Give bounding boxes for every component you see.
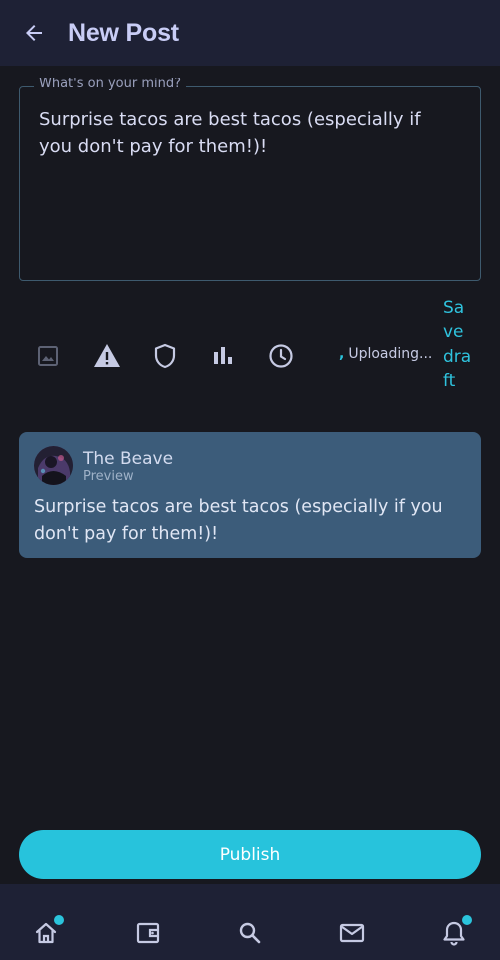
bottom-navigation <box>0 884 500 960</box>
author-name: The Beave <box>83 449 174 469</box>
back-button[interactable] <box>0 0 68 66</box>
nav-search[interactable] <box>225 908 275 958</box>
upload-status: , Uploading... <box>339 346 432 362</box>
post-field-label: What's on your mind? <box>34 78 186 90</box>
home-notification-badge <box>54 915 64 925</box>
preview-label: Preview <box>83 469 134 484</box>
image-icon <box>38 346 58 366</box>
add-image-button[interactable] <box>34 342 62 370</box>
avatar <box>34 446 73 485</box>
nav-home[interactable] <box>21 908 71 958</box>
nav-wallet[interactable] <box>123 908 173 958</box>
warning-icon <box>94 344 120 367</box>
poll-icon <box>214 347 232 364</box>
privacy-button[interactable] <box>151 342 179 370</box>
page-title: New Post <box>68 18 179 47</box>
spinner-icon: , <box>339 346 345 362</box>
arrow-left-icon <box>26 25 42 41</box>
post-text-field[interactable]: What's on your mind? Surprise tacos are … <box>19 78 481 281</box>
content-warning-button[interactable] <box>93 342 121 370</box>
top-app-bar: New Post <box>0 0 500 66</box>
poll-button[interactable] <box>209 342 237 370</box>
upload-status-text: Uploading... <box>348 346 433 362</box>
notifications-badge <box>462 915 472 925</box>
nav-messages[interactable] <box>327 908 377 958</box>
search-icon <box>239 922 261 944</box>
post-field-value[interactable]: Surprise tacos are best tacos (especiall… <box>39 106 456 160</box>
preview-body: Surprise tacos are best tacos (especiall… <box>34 497 443 544</box>
clock-icon <box>269 344 293 368</box>
publish-button[interactable]: Publish <box>19 830 481 879</box>
save-draft-button[interactable]: Save draft <box>443 296 473 393</box>
post-preview-card: The Beave Preview Surprise tacos are bes… <box>19 432 481 558</box>
compose-toolbar: , Uploading... Save draft <box>19 296 481 416</box>
mail-icon <box>339 923 365 943</box>
wallet-icon <box>136 922 160 944</box>
nav-notifications[interactable] <box>429 908 479 958</box>
schedule-button[interactable] <box>267 342 295 370</box>
shield-icon <box>154 343 176 369</box>
